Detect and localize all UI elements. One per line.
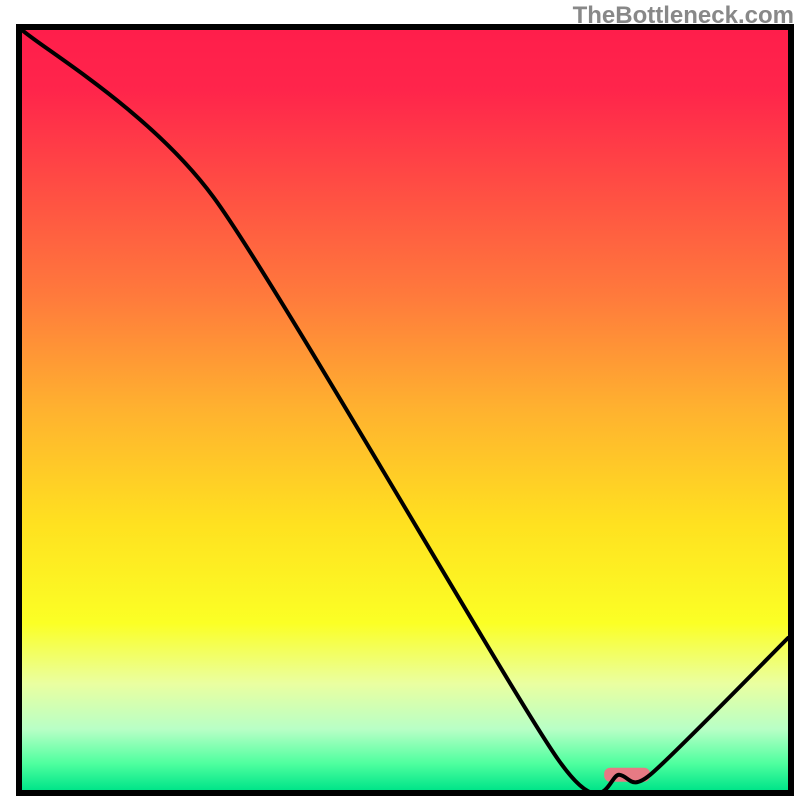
watermark-text: TheBottleneck.com	[573, 2, 794, 30]
bottleneck-chart	[0, 0, 800, 800]
gradient-background	[22, 30, 788, 790]
chart-frame: TheBottleneck.com	[0, 0, 800, 800]
